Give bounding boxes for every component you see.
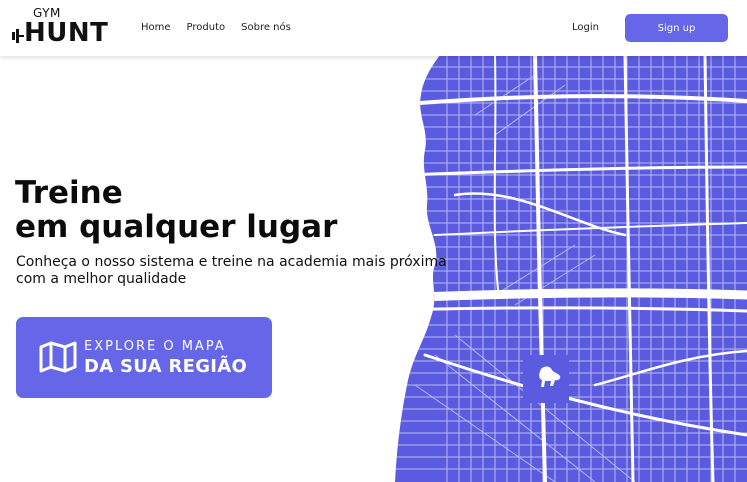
- nav-link-produto[interactable]: Produto: [187, 21, 226, 35]
- logo-text-hunt: HUNT: [24, 18, 109, 48]
- login-link[interactable]: Login: [572, 21, 599, 35]
- gymhunt-logo[interactable]: GYM HUNT: [12, 6, 128, 50]
- hero-headline-line2: em qualquer lugar: [15, 209, 338, 245]
- nav-link-sobre-nos[interactable]: Sobre nós: [241, 21, 291, 35]
- folded-map-icon: [39, 341, 77, 373]
- hero-subtitle: Conheça o nosso sistema e treine na acad…: [16, 254, 447, 287]
- signup-button[interactable]: Sign up: [625, 14, 728, 42]
- hero-headline-line1: Treine: [15, 175, 123, 211]
- nav-link-home[interactable]: Home: [141, 21, 171, 35]
- top-navbar: GYM HUNT Home Produto Sobre nós Login Si…: [0, 0, 747, 56]
- explore-button-line1: EXPLORE O MAPA: [84, 339, 226, 354]
- main-nav: Home Produto Sobre nós: [141, 21, 291, 35]
- explore-map-button[interactable]: EXPLORE O MAPA DA SUA REGIÃO: [16, 317, 272, 398]
- explore-button-line2: DA SUA REGIÃO: [84, 356, 248, 377]
- hero-headline: Treine em qualquer lugar: [15, 176, 337, 244]
- dumbbell-icon: [12, 29, 24, 43]
